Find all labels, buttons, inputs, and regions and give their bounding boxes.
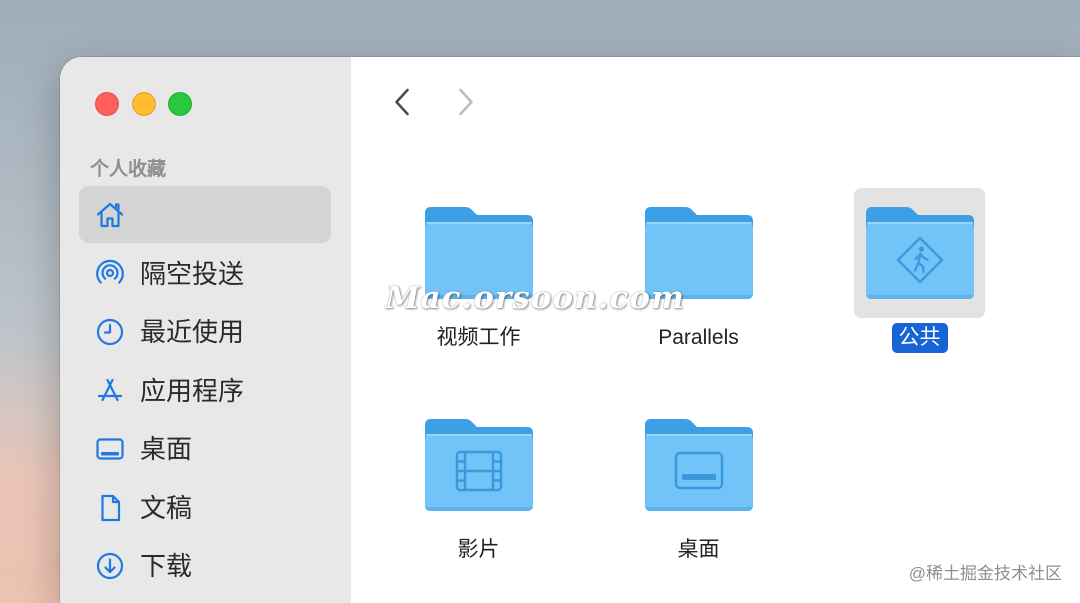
chevron-left-icon [395, 88, 409, 116]
back-button[interactable] [394, 88, 410, 116]
sidebar-item-documents[interactable]: 文稿 [79, 479, 331, 538]
file-item-movies[interactable]: 影片 [369, 400, 589, 565]
file-name: 公共 [891, 323, 948, 353]
sidebar-item-airdrop[interactable]: 隔空投送 [79, 245, 331, 304]
file-item-video-work[interactable]: 视频工作 [369, 188, 589, 353]
sidebar-item-label: 最近使用 [140, 317, 245, 348]
clock-icon-graphic [96, 319, 124, 346]
download-icon [94, 550, 126, 582]
community-watermark: @稀土掘金技术社区 [908, 564, 1062, 583]
file-name: 影片 [457, 538, 500, 561]
desktop-icon [94, 433, 126, 465]
file-name: 桌面 [677, 538, 720, 561]
app-store-icon [94, 375, 126, 407]
sidebar-item-label: 文稿 [140, 492, 193, 523]
sidebar-item-recents[interactable]: 最近使用 [79, 303, 331, 362]
sidebar-item-label: 应用程序 [140, 375, 245, 406]
document-icon [94, 492, 126, 524]
finder-window: 个人收藏 隔空投送 最近使用 应用程序 桌面 文稿 下载 视频工作 Parall… [60, 57, 1080, 603]
file-thumbnail [633, 400, 764, 530]
sidebar-item-applications[interactable]: 应用程序 [79, 362, 331, 421]
file-thumbnail [413, 400, 544, 530]
file-name: Parallels [658, 326, 739, 349]
sidebar-section-title: 个人收藏 [90, 159, 167, 180]
folder-icon [866, 207, 974, 299]
file-thumbnail [413, 188, 544, 318]
chevron-right-icon [459, 88, 473, 116]
favorites-list: 隔空投送 最近使用 应用程序 桌面 文稿 下载 [79, 186, 331, 596]
file-thumbnail [854, 188, 985, 318]
file-item-desktop[interactable]: 桌面 [589, 400, 809, 565]
home-icon-graphic [96, 202, 124, 227]
sidebar-item-label: 桌面 [140, 434, 193, 465]
home-icon [94, 199, 126, 231]
zoom-button[interactable] [168, 92, 192, 116]
file-browser: 视频工作 Parallels 公共 影片 桌面 [351, 57, 1080, 603]
app-store-icon-graphic [97, 378, 123, 401]
sidebar-item-label: 下载 [140, 551, 193, 582]
forward-button[interactable] [458, 88, 474, 116]
sidebar-item-downloads[interactable]: 下载 [79, 537, 331, 596]
file-name: 视频工作 [436, 326, 521, 349]
folder-icon [425, 419, 533, 511]
file-item-parallels[interactable]: Parallels [589, 188, 809, 353]
minimize-button[interactable] [132, 92, 156, 116]
close-button[interactable] [95, 92, 119, 116]
download-icon-graphic [96, 553, 124, 580]
sidebar: 个人收藏 隔空投送 最近使用 应用程序 桌面 文稿 下载 [60, 57, 351, 603]
folder-icon [425, 207, 533, 299]
file-thumbnail [633, 188, 764, 318]
clock-icon [94, 316, 126, 348]
sidebar-item-desktop[interactable]: 桌面 [79, 420, 331, 479]
sidebar-item-home[interactable] [79, 186, 331, 243]
folder-icon [645, 207, 753, 299]
sidebar-item-label: 隔空投送 [140, 258, 245, 289]
desktop-icon-graphic [96, 438, 124, 460]
airdrop-icon-graphic [96, 259, 124, 284]
folder-icon [645, 419, 753, 511]
airdrop-icon [94, 258, 126, 290]
document-icon-graphic [101, 494, 121, 521]
file-item-public[interactable]: 公共 [810, 188, 1030, 353]
